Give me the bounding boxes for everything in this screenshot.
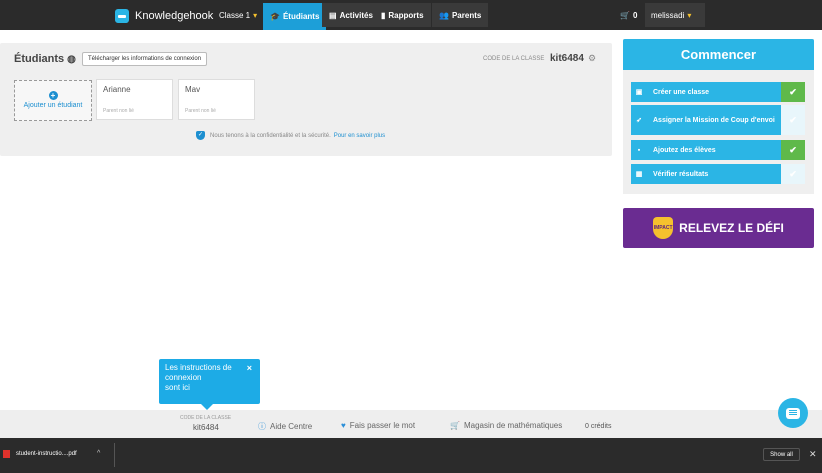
report-icon: ▦ xyxy=(635,171,643,178)
help-center-label: Aide Centre xyxy=(270,422,313,431)
brand-name: Knowledgehook xyxy=(135,10,214,22)
tab-etudiants-label: Étudiants xyxy=(282,12,320,21)
student-card[interactable]: Arianne Parent non lié xyxy=(96,79,173,120)
info-icon: ⓘ xyxy=(258,422,266,431)
brand[interactable]: Knowledgehook xyxy=(115,7,213,25)
close-icon[interactable]: ✕ xyxy=(809,449,817,460)
student-parent-status: Parent non lié xyxy=(185,108,216,114)
privacy-text: Nous tenons à la confidentialité et la s… xyxy=(210,132,331,139)
footer-code-label: CODE DE LA CLASSE xyxy=(180,415,232,421)
add-student-button[interactable]: + Ajouter un étudiant xyxy=(14,80,92,121)
challenge-label: RELEVEZ LE DÉFI xyxy=(679,221,784,235)
tooltip-line: sont ici xyxy=(165,383,190,392)
cart-icon: 🛒 xyxy=(450,421,460,430)
check-icon: ✔ xyxy=(781,105,805,135)
chat-button[interactable] xyxy=(778,398,808,428)
cart-icon: 🛒 xyxy=(620,10,630,20)
book-icon: ▤ xyxy=(329,10,337,20)
tab-etudiants[interactable]: 🎓 Étudiants xyxy=(263,3,327,30)
class-code-value: kit6484 xyxy=(550,53,584,64)
math-shop-label: Magasin de mathématiques xyxy=(463,421,563,430)
bar-chart-icon: ▮ xyxy=(381,10,386,20)
class-selector-label: Classe 1 xyxy=(219,10,251,20)
user-name: melissadi xyxy=(651,10,685,20)
tab-activites[interactable]: ▤ Activités xyxy=(322,3,380,27)
task-create-class[interactable]: ▣ Créer une classe ✔ xyxy=(631,82,805,102)
class-selector[interactable]: Classe 1 ▾ xyxy=(212,3,264,27)
chevron-down-icon: ▾ xyxy=(253,10,258,20)
tab-rapports-label: Rapports xyxy=(388,10,424,20)
credits-count: 0 crédits xyxy=(585,423,612,430)
tab-parents[interactable]: 👥 Parents xyxy=(432,3,489,27)
share-link[interactable]: ♥ Fais passer le mot xyxy=(341,421,415,430)
login-instructions-tooltip: Les instructions de connexion sont ici × xyxy=(159,359,260,410)
tab-activites-label: Activités xyxy=(339,10,373,20)
panel-title: Étudiants ◍ xyxy=(14,53,76,65)
chevron-down-icon: ▾ xyxy=(687,10,692,20)
class-code-label: CODE DE LA CLASSE xyxy=(483,56,545,62)
user-menu[interactable]: melissadi ▾ xyxy=(645,3,705,27)
chevron-up-icon[interactable]: ^ xyxy=(97,450,100,457)
check-icon: ✔ xyxy=(781,140,805,160)
task-add-students[interactable]: ▪ Ajoutez des élèves ✔ xyxy=(631,140,805,160)
student-card[interactable]: Mav Parent non lié xyxy=(178,79,255,120)
chat-icon xyxy=(786,407,800,419)
knowledgehook-logo-icon xyxy=(115,9,129,23)
user-icon: ▪ xyxy=(637,146,641,154)
pdf-file-icon xyxy=(3,450,10,458)
student-parent-status: Parent non lié xyxy=(103,108,134,114)
student-name: Arianne xyxy=(103,85,131,94)
task-label: Ajoutez des élèves xyxy=(653,146,716,154)
task-label: Créer une classe xyxy=(653,88,710,96)
graduation-cap-icon: 🎓 xyxy=(270,12,280,21)
task-label: Assigner la Mission de Coup d'envoi xyxy=(653,116,775,124)
heart-icon: ♥ xyxy=(341,421,346,430)
task-check-results[interactable]: ▦ Vérifier résultats ✔ xyxy=(631,164,805,184)
students-panel: Étudiants ◍ Télécharger les informations… xyxy=(0,43,612,156)
impact-badge-icon: IMPACT xyxy=(653,217,674,239)
cart-count: 0 xyxy=(632,10,638,20)
eye-slash-icon[interactable]: ◍ xyxy=(67,54,76,65)
challenge-banner-button[interactable]: IMPACT RELEVEZ LE DÉFI xyxy=(623,208,814,248)
gear-icon[interactable]: ⚙ xyxy=(588,53,596,64)
task-label: Vérifier résultats xyxy=(653,170,709,178)
tooltip-line: connexion xyxy=(165,373,202,382)
cart-button[interactable]: 🛒 0 xyxy=(615,3,642,27)
learn-more-link[interactable]: Pour en savoir plus xyxy=(334,133,385,139)
plus-circle-icon: + xyxy=(48,91,58,100)
users-icon: 👥 xyxy=(439,10,449,20)
math-shop-link[interactable]: 🛒 Magasin de mathématiques xyxy=(450,421,562,430)
footer-bar: CODE DE LA CLASSE kit6484 ⓘ Aide Centre … xyxy=(0,410,822,438)
student-name: Mav xyxy=(185,85,201,94)
task-assign-mission[interactable]: ➶ Assigner la Mission de Coup d'envoi ✔ xyxy=(631,105,805,135)
tab-rapports[interactable]: ▮ Rapports xyxy=(374,3,431,27)
page-title: Étudiants xyxy=(14,53,65,65)
download-bar xyxy=(0,438,822,473)
download-login-info-button[interactable]: Télécharger les informations de connexio… xyxy=(82,52,208,66)
footer-code-value: kit6484 xyxy=(193,423,219,432)
privacy-notice: ✓ Nous tenons à la confidentialité et la… xyxy=(196,131,385,140)
divider xyxy=(114,443,115,467)
folder-plus-icon: ▣ xyxy=(635,89,643,96)
tooltip-line: Les instructions de xyxy=(165,363,232,372)
check-icon: ✔ xyxy=(781,164,805,184)
download-file-name[interactable]: student-instructio....pdf xyxy=(16,451,77,457)
add-student-label: Ajouter un étudiant xyxy=(23,102,83,109)
show-all-button[interactable]: Show all xyxy=(763,448,800,461)
shield-check-icon: ✓ xyxy=(196,131,205,140)
getting-started-panel: Commencer ▣ Créer une classe ✔ ➶ Assigne… xyxy=(623,39,814,194)
tab-parents-label: Parents xyxy=(451,10,482,20)
rocket-icon: ➶ xyxy=(636,117,642,124)
close-icon[interactable]: × xyxy=(247,363,252,373)
check-icon: ✔ xyxy=(781,82,805,102)
getting-started-title: Commencer xyxy=(623,39,814,70)
help-center-link[interactable]: ⓘ Aide Centre xyxy=(258,421,312,432)
share-label: Fais passer le mot xyxy=(349,421,416,430)
